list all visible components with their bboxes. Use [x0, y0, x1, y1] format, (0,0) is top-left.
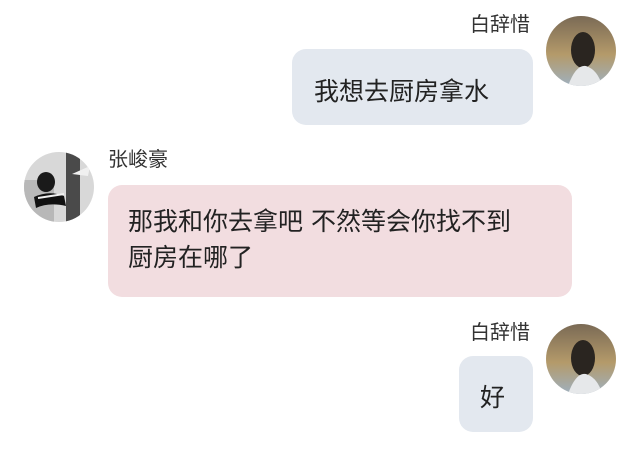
message-text: 我想去厨房拿水	[314, 77, 490, 106]
sender-name: 白辞惜	[470, 12, 530, 36]
avatar-user-self[interactable]	[546, 16, 616, 86]
message-bubble[interactable]: 我想去厨房拿水	[292, 49, 533, 125]
sender-name: 白辞惜	[470, 320, 530, 344]
message-text-line: 那我和你去拿吧 不然等会你找不到	[128, 207, 511, 236]
sender-name: 张峻豪	[108, 147, 168, 171]
avatar-image	[24, 152, 94, 222]
message-text: 好	[480, 383, 506, 412]
message-text-line: 厨房在哪了	[128, 243, 254, 272]
avatar-image	[546, 16, 616, 86]
avatar-image	[546, 324, 616, 394]
message-bubble[interactable]: 那我和你去拿吧 不然等会你找不到 厨房在哪了	[108, 185, 572, 297]
avatar-user-other[interactable]	[24, 152, 94, 222]
message-bubble[interactable]: 好	[459, 356, 533, 432]
avatar-user-self[interactable]	[546, 324, 616, 394]
